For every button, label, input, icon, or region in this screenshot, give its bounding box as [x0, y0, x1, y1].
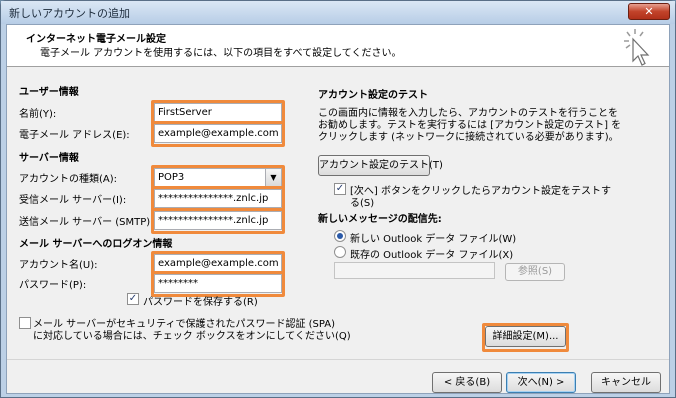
logon-info-heading: メール サーバーへのログオン情報: [19, 239, 173, 250]
account-type-label: アカウントの種類(A):: [19, 174, 118, 185]
spa-label-line2[interactable]: に対応している場合には、チェック ボックスをオンにしてください(Q): [33, 327, 351, 342]
server-info-heading: サーバー情報: [19, 153, 79, 164]
outgoing-server-label: 送信メール サーバー (SMTP)(O):: [19, 217, 170, 228]
password-input[interactable]: ********: [154, 274, 282, 293]
header-subtitle: 電子メール アカウントを使用するには、以下の項目をすべて設定してください。: [40, 48, 402, 59]
name-label: 名前(Y):: [19, 109, 57, 120]
outgoing-server-input[interactable]: ***************.znlc.jp: [154, 211, 282, 230]
next-button[interactable]: 次へ(N) >: [506, 372, 576, 393]
email-input[interactable]: example@example.com: [154, 124, 282, 143]
user-info-heading: ユーザー情報: [19, 87, 79, 98]
title-bar[interactable]: 新しいアカウントの追加 ✕: [1, 1, 675, 24]
auto-test-checkbox[interactable]: ✓: [334, 183, 346, 195]
remember-password-label[interactable]: パスワードを保存する(R): [143, 293, 258, 308]
cursor-click-icon: [624, 29, 650, 66]
close-button[interactable]: ✕: [628, 3, 670, 20]
name-input[interactable]: FirstServer: [154, 103, 282, 122]
incoming-server-input[interactable]: ***************.znlc.jp: [154, 189, 282, 208]
test-heading: アカウント設定のテスト: [318, 90, 428, 101]
dialog-client-area: インターネット電子メール設定 電子メール アカウントを使用するには、以下の項目を…: [6, 24, 670, 394]
spa-checkbox[interactable]: [19, 317, 31, 329]
existing-data-file-label[interactable]: 既存の Outlook データ ファイル(X): [350, 246, 513, 261]
password-label: パスワード(P):: [19, 280, 87, 291]
remember-password-checkbox[interactable]: ✓: [127, 293, 139, 305]
auto-test-label-line2[interactable]: る(S): [350, 194, 374, 209]
chevron-down-icon[interactable]: ▼: [265, 169, 281, 186]
header-title: インターネット電子メール設定: [26, 34, 166, 45]
test-account-button[interactable]: アカウント設定のテスト(T): [318, 155, 443, 176]
browse-button[interactable]: 参照(S): [505, 263, 565, 281]
new-data-file-label[interactable]: 新しい Outlook データ ファイル(W): [350, 230, 516, 245]
cancel-button[interactable]: キャンセル: [591, 372, 661, 393]
new-data-file-radio[interactable]: [334, 230, 346, 242]
existing-data-file-radio[interactable]: [334, 246, 346, 258]
back-button[interactable]: < 戻る(B): [432, 372, 502, 393]
window-title: 新しいアカウントの追加: [9, 7, 130, 20]
delivery-heading: 新しいメッセージの配信先:: [318, 214, 442, 225]
email-label: 電子メール アドレス(E):: [19, 130, 130, 141]
add-account-dialog: 新しいアカウントの追加 ✕ インターネット電子メール設定 電子メール アカウント…: [0, 0, 676, 398]
more-settings-button[interactable]: 詳細設定(M)...: [485, 326, 566, 347]
account-type-value: POP3: [158, 172, 185, 183]
auto-test-label-line1[interactable]: [次へ] ボタンをクリックしたらアカウント設定をテストす: [350, 182, 611, 197]
data-file-path-input[interactable]: [334, 262, 495, 279]
footer-separator: [7, 359, 669, 360]
account-name-label: アカウント名(U):: [19, 260, 98, 271]
test-description-line3: クリックします (ネットワークに接続されている必要があります)。: [318, 132, 619, 143]
incoming-server-label: 受信メール サーバー(I):: [19, 195, 127, 206]
dialog-header: インターネット電子メール設定 電子メール アカウントを使用するには、以下の項目を…: [7, 25, 669, 67]
account-type-select[interactable]: POP3 ▼: [154, 168, 282, 187]
